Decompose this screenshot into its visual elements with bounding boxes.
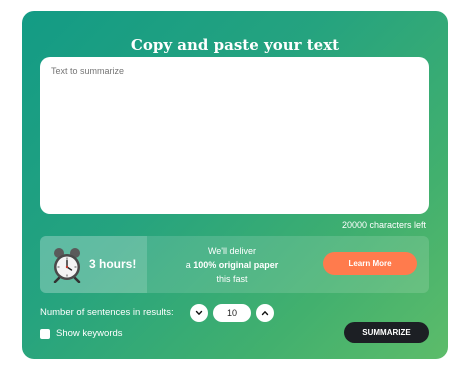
learn-more-button[interactable]: Learn More	[323, 252, 417, 275]
promo-line-2: a 100% original paper	[185, 260, 279, 270]
alarm-clock-icon	[53, 248, 81, 283]
chevron-down-icon	[195, 310, 203, 315]
decrement-button[interactable]	[190, 304, 208, 322]
summarizer-card: Copy and paste your text 20000 character…	[22, 11, 448, 359]
promo-banner: 3 hours! We'll deliver a 100% original p…	[40, 236, 429, 293]
show-keywords-label[interactable]: Show keywords	[56, 328, 123, 339]
character-counter: 20000 characters left	[341, 220, 426, 230]
promo-highlight-text: 100% original paper	[193, 260, 279, 270]
page-title: Copy and paste your text	[130, 36, 340, 54]
sentences-label: Number of sentences in results:	[40, 307, 174, 318]
chevron-up-icon	[261, 311, 269, 316]
text-input[interactable]	[40, 57, 429, 214]
delivery-hours: 3 hours!	[89, 257, 137, 271]
promo-line-1: We'll deliver	[207, 246, 257, 256]
show-keywords-checkbox[interactable]	[40, 329, 50, 339]
promo-text: We'll deliver a 100% original paper this…	[172, 244, 292, 286]
summarize-button[interactable]: SUMMARIZE	[344, 322, 429, 343]
increment-button[interactable]	[256, 304, 274, 322]
promo-line-3: this fast	[216, 274, 248, 284]
sentences-count-input[interactable]	[213, 304, 251, 322]
promo-highlight: 3 hours!	[40, 236, 147, 293]
